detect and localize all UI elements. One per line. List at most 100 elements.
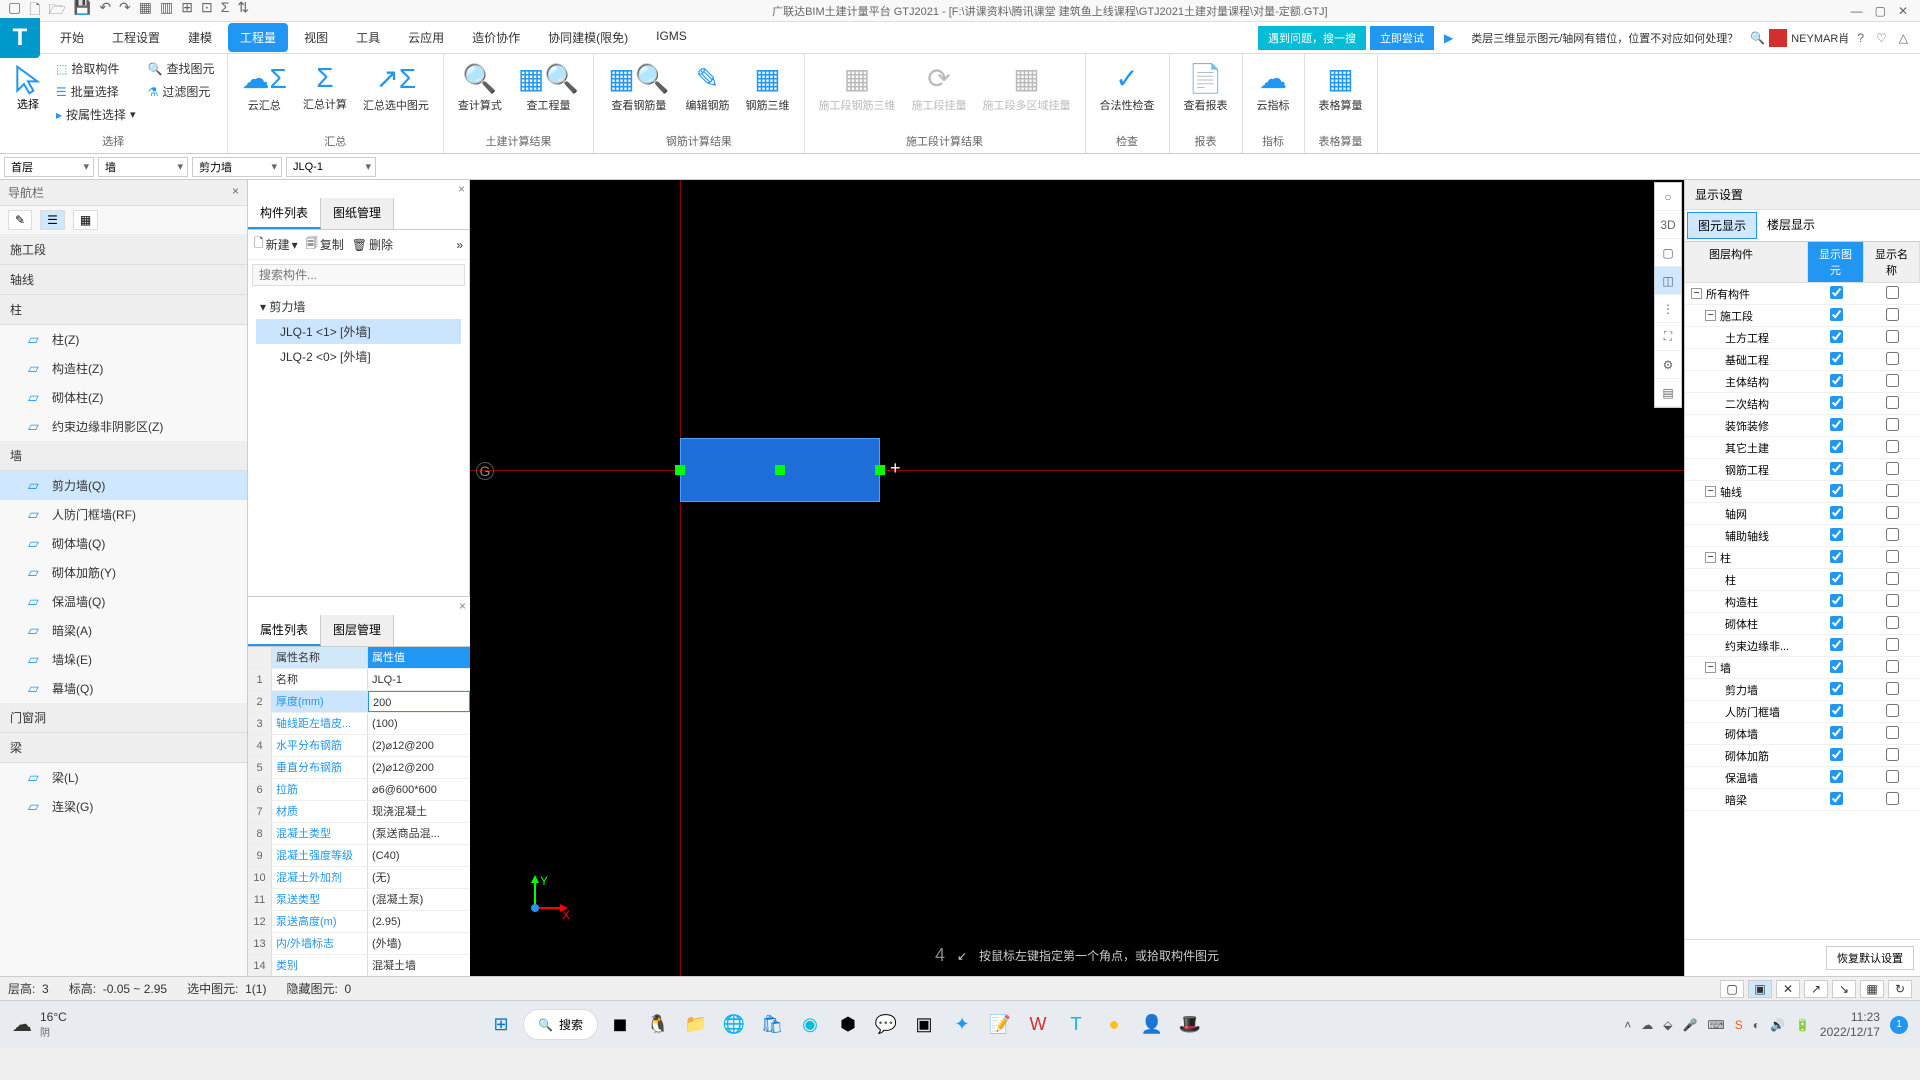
show-name-checkbox[interactable] bbox=[1886, 462, 1899, 475]
maximize-icon[interactable]: ▢ bbox=[1875, 4, 1886, 18]
view-rebar-button[interactable]: ▦🔍查看钢筋量 bbox=[602, 58, 675, 117]
task-icon[interactable]: ◉ bbox=[794, 1009, 826, 1041]
nav-section[interactable]: 墙 bbox=[0, 441, 247, 471]
display-row[interactable]: 轴网 bbox=[1685, 503, 1920, 525]
view-tool-icon[interactable]: ◫ bbox=[1655, 267, 1681, 295]
status-tool-icon[interactable]: ✕ bbox=[1776, 980, 1800, 998]
show-name-checkbox[interactable] bbox=[1886, 440, 1899, 453]
undo-icon[interactable]: ↶ bbox=[99, 0, 111, 23]
view-tool-icon[interactable]: ○ bbox=[1655, 183, 1681, 211]
show-element-checkbox[interactable] bbox=[1830, 704, 1843, 717]
find-element-button[interactable]: 🔍查找图元 bbox=[144, 58, 219, 79]
task-icon[interactable]: ▣ bbox=[908, 1009, 940, 1041]
show-element-checkbox[interactable] bbox=[1830, 286, 1843, 299]
show-name-checkbox[interactable] bbox=[1886, 572, 1899, 585]
nav-item[interactable]: ▱砌体加筋(Y) bbox=[0, 558, 247, 587]
task-icon[interactable]: T bbox=[1060, 1009, 1092, 1041]
clock[interactable]: 11:232022/12/17 bbox=[1820, 1010, 1880, 1039]
property-row[interactable]: 5垂直分布钢筋(2)⌀12@200 bbox=[248, 757, 470, 779]
nav-item[interactable]: ▱柱(Z) bbox=[0, 325, 247, 354]
tray-icon[interactable]: ˄ bbox=[1624, 1018, 1631, 1032]
nav-section[interactable]: 门窗洞 bbox=[0, 703, 247, 733]
subcategory-select[interactable]: 剪力墙 bbox=[192, 157, 282, 177]
task-icon[interactable]: W bbox=[1022, 1009, 1054, 1041]
show-name-checkbox[interactable] bbox=[1886, 528, 1899, 541]
show-element-checkbox[interactable] bbox=[1830, 308, 1843, 321]
nav-tool-icon[interactable]: ✎ bbox=[8, 210, 32, 230]
nav-section[interactable]: 柱 bbox=[0, 295, 247, 325]
task-icon[interactable]: 🌐 bbox=[718, 1009, 750, 1041]
tab-floor-display[interactable]: 楼层显示 bbox=[1757, 212, 1825, 239]
menu-tab[interactable]: 工程设置 bbox=[100, 23, 172, 52]
nav-item[interactable]: ▱砌体柱(Z) bbox=[0, 383, 247, 412]
filter-element-button[interactable]: ⚗过滤图元 bbox=[144, 81, 219, 102]
grip-handle[interactable] bbox=[675, 465, 685, 475]
display-row[interactable]: 其它土建 bbox=[1685, 437, 1920, 459]
task-icon[interactable]: ◼ bbox=[604, 1009, 636, 1041]
cloud-index-button[interactable]: ☁云指标 bbox=[1251, 58, 1296, 117]
show-element-checkbox[interactable] bbox=[1830, 440, 1843, 453]
property-row[interactable]: 14类别混凝土墙 bbox=[248, 955, 470, 976]
start-icon[interactable]: ⊞ bbox=[485, 1009, 517, 1041]
property-row[interactable]: 8混凝土类型(泵送商品混... bbox=[248, 823, 470, 845]
show-element-checkbox[interactable] bbox=[1830, 792, 1843, 805]
show-name-checkbox[interactable] bbox=[1886, 374, 1899, 387]
property-row[interactable]: 3轴线距左墙皮...(100) bbox=[248, 713, 470, 735]
nav-item[interactable]: ▱梁(L) bbox=[0, 763, 247, 792]
show-name-checkbox[interactable] bbox=[1886, 638, 1899, 651]
display-row[interactable]: 钢筋工程 bbox=[1685, 459, 1920, 481]
component-item[interactable]: JLQ-2 <0> [外墙] bbox=[256, 344, 461, 369]
show-element-checkbox[interactable] bbox=[1830, 550, 1843, 563]
show-element-checkbox[interactable] bbox=[1830, 462, 1843, 475]
show-name-checkbox[interactable] bbox=[1886, 418, 1899, 431]
minimize-icon[interactable]: — bbox=[1851, 4, 1863, 18]
display-row[interactable]: − 墙 bbox=[1685, 657, 1920, 679]
tray-icon[interactable]: ☁ bbox=[1641, 1018, 1653, 1032]
nav-item[interactable]: ▱构造柱(Z) bbox=[0, 354, 247, 383]
taskbar-search[interactable]: 🔍搜索 bbox=[523, 1009, 598, 1040]
property-row[interactable]: 11泵送类型(混凝土泵) bbox=[248, 889, 470, 911]
view-report-button[interactable]: 📄查看报表 bbox=[1178, 58, 1234, 117]
display-row[interactable]: 土方工程 bbox=[1685, 327, 1920, 349]
show-element-checkbox[interactable] bbox=[1830, 660, 1843, 673]
nav-item[interactable]: ▱墙垛(E) bbox=[0, 645, 247, 674]
show-element-checkbox[interactable] bbox=[1830, 528, 1843, 541]
close-icon[interactable]: ✕ bbox=[1898, 4, 1908, 18]
display-row[interactable]: 二次结构 bbox=[1685, 393, 1920, 415]
status-tool-icon[interactable]: ↗ bbox=[1804, 980, 1828, 998]
view-tool-icon[interactable]: ⋮ bbox=[1655, 295, 1681, 323]
qat-icon[interactable]: ⇅ bbox=[237, 0, 249, 23]
component-select[interactable]: JLQ-1 bbox=[286, 157, 376, 177]
display-row[interactable]: 砌体加筋 bbox=[1685, 745, 1920, 767]
nav-item[interactable]: ▱剪力墙(Q) bbox=[0, 471, 247, 500]
tab-component-list[interactable]: 构件列表 bbox=[248, 198, 321, 229]
display-row[interactable]: 装饰装修 bbox=[1685, 415, 1920, 437]
check-qty-button[interactable]: ▦🔍查工程量 bbox=[512, 58, 585, 117]
display-row[interactable]: 基础工程 bbox=[1685, 349, 1920, 371]
viewport-canvas[interactable]: G + YX 4 ↙ 按鼠标左键指定第一个角点，或拾取构件图元 ○ 3D ▢ ◫… bbox=[470, 180, 1684, 976]
show-element-checkbox[interactable] bbox=[1830, 484, 1843, 497]
task-icon[interactable]: ⬢ bbox=[832, 1009, 864, 1041]
notification-icon[interactable]: ♡ bbox=[1872, 31, 1891, 45]
property-row[interactable]: 2厚度(mm)200 bbox=[248, 691, 470, 713]
view-tool-icon[interactable]: ⛶ bbox=[1655, 323, 1681, 351]
menu-tab[interactable]: 协同建模(限免) bbox=[536, 23, 640, 52]
component-item[interactable]: JLQ-1 <1> [外墙] bbox=[256, 319, 461, 344]
table-calc-button[interactable]: ▦表格算量 bbox=[1313, 58, 1369, 117]
tab-layer-mgmt[interactable]: 图层管理 bbox=[321, 615, 394, 646]
nav-item[interactable]: ▱暗梁(A) bbox=[0, 616, 247, 645]
select-tool[interactable]: 选择 bbox=[8, 58, 48, 118]
display-row[interactable]: − 柱 bbox=[1685, 547, 1920, 569]
display-row[interactable]: 砌体墙 bbox=[1685, 723, 1920, 745]
show-name-checkbox[interactable] bbox=[1886, 594, 1899, 607]
display-row[interactable]: 剪力墙 bbox=[1685, 679, 1920, 701]
help-icon[interactable]: ? bbox=[1853, 31, 1868, 45]
status-tool-icon[interactable]: ▦ bbox=[1860, 980, 1884, 998]
property-row[interactable]: 4水平分布钢筋(2)⌀12@200 bbox=[248, 735, 470, 757]
menu-tab[interactable]: 云应用 bbox=[396, 23, 456, 52]
copy-button[interactable]: 🗐 复制 bbox=[306, 234, 344, 255]
tray-icon[interactable]: 🎤 bbox=[1682, 1018, 1697, 1032]
display-row[interactable]: 构造柱 bbox=[1685, 591, 1920, 613]
restore-defaults-button[interactable]: 恢复默认设置 bbox=[1826, 946, 1914, 970]
show-element-checkbox[interactable] bbox=[1830, 682, 1843, 695]
